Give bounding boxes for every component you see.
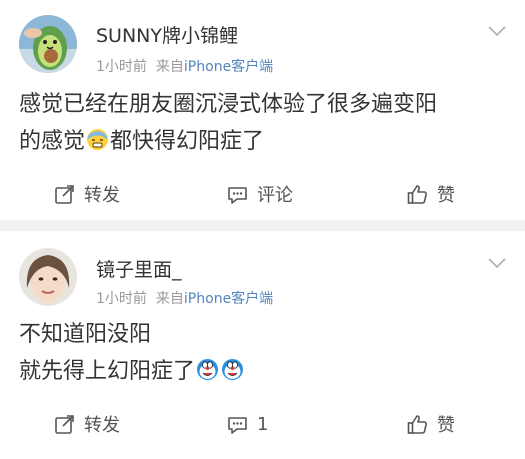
avatar[interactable] xyxy=(19,248,77,306)
source-link[interactable]: iPhone客户端 xyxy=(184,291,273,307)
post-text-segment: 都快得幻阳症了 xyxy=(110,129,265,154)
comment-label: 评论 xyxy=(257,185,293,206)
username[interactable]: SUNNY牌小锦鲤 xyxy=(96,21,238,48)
like-icon xyxy=(407,414,427,434)
comment-button[interactable]: 评论 xyxy=(227,179,293,209)
repost-button[interactable]: 转发 xyxy=(54,409,120,439)
chevron-down-icon[interactable] xyxy=(488,25,506,37)
repost-icon xyxy=(55,414,74,434)
avatar[interactable] xyxy=(19,15,77,73)
source-link[interactable]: iPhone客户端 xyxy=(184,59,273,75)
post-text-line: 的感觉 都快得幻阳症了 xyxy=(19,123,509,160)
like-label: 赞 xyxy=(437,415,455,436)
source-prefix: 来自 xyxy=(155,59,184,75)
post-text-segment: 就先得上幻阳症了 xyxy=(19,359,196,384)
repost-label: 转发 xyxy=(84,185,120,206)
source-prefix: 来自 xyxy=(155,291,184,307)
like-icon xyxy=(407,184,427,204)
post-text: 不知道阳没阳 就先得上幻阳症了 xyxy=(19,316,509,390)
post-text-line: 感觉已经在朋友圈沉浸式体验了很多遍变阳 xyxy=(19,92,438,117)
doraemon-emoji xyxy=(221,356,244,380)
comment-button[interactable]: 1 xyxy=(227,409,268,439)
action-bar: 转发 评论 赞 xyxy=(0,179,525,209)
like-label: 赞 xyxy=(437,185,455,206)
post-text: 感觉已经在朋友圈沉浸式体验了很多遍变阳 的感觉 都快得幻阳症了 xyxy=(19,86,509,160)
post-time: 1小时前 xyxy=(96,59,147,75)
post-time: 1小时前 xyxy=(96,291,147,307)
repost-button[interactable]: 转发 xyxy=(54,179,120,209)
like-button[interactable]: 赞 xyxy=(407,179,455,209)
post-meta: 1小时前 来自iPhone客户端 xyxy=(96,288,273,308)
post-text-segment: 的感觉 xyxy=(19,129,86,154)
comment-count: 1 xyxy=(257,413,269,435)
sweating-face-emoji xyxy=(86,126,109,150)
comment-icon xyxy=(228,416,247,434)
doraemon-emoji xyxy=(196,356,219,380)
post-card: SUNNY牌小锦鲤 1小时前 来自iPhone客户端 感觉已经在朋友圈沉浸式体验了… xyxy=(0,0,525,220)
like-button[interactable]: 赞 xyxy=(407,409,455,439)
action-bar: 转发 1 赞 xyxy=(0,409,525,439)
post-card: 镜子里面_ 1小时前 来自iPhone客户端 不知道阳没阳 就先得上幻阳症了 转… xyxy=(0,231,525,459)
post-text-line: 不知道阳没阳 xyxy=(19,322,152,347)
username[interactable]: 镜子里面_ xyxy=(96,255,182,282)
post-meta: 1小时前 来自iPhone客户端 xyxy=(96,56,273,76)
chevron-down-icon[interactable] xyxy=(488,257,506,269)
repost-label: 转发 xyxy=(84,415,120,436)
repost-icon xyxy=(55,184,74,204)
comment-icon xyxy=(228,186,247,204)
post-text-line: 就先得上幻阳症了 xyxy=(19,353,509,390)
